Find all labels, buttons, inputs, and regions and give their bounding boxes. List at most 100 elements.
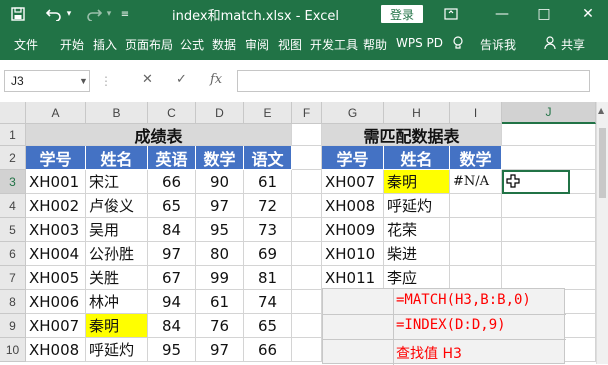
redo-dropdown-icon[interactable]: ▾ — [104, 4, 114, 24]
table-cell[interactable]: 81 — [244, 266, 292, 290]
enter-icon[interactable]: ✓ — [176, 72, 187, 87]
tab-data[interactable]: 数据 — [212, 36, 236, 53]
column-header-f[interactable]: F — [292, 102, 322, 124]
redo-icon[interactable] — [84, 4, 104, 24]
table-cell[interactable]: 66 — [148, 170, 196, 194]
cell[interactable] — [292, 124, 322, 146]
login-button[interactable]: 登录 — [381, 5, 423, 23]
table-cell[interactable]: 关胜 — [86, 266, 148, 290]
table-cell[interactable]: 61 — [244, 170, 292, 194]
highlighted-lookup-cell[interactable]: 秦明 — [384, 170, 450, 194]
cell[interactable] — [570, 170, 596, 194]
table-cell[interactable]: XH008 — [322, 194, 384, 218]
row-header-4[interactable]: 4 — [0, 194, 26, 218]
table-cell[interactable]: 林冲 — [86, 290, 148, 314]
formula-input[interactable] — [237, 70, 590, 92]
table-cell[interactable]: XH001 — [26, 170, 86, 194]
table-cell[interactable]: XH007 — [322, 170, 384, 194]
tab-file[interactable]: 文件 — [14, 36, 38, 53]
row-header-6[interactable]: 6 — [0, 242, 26, 266]
column-header-i[interactable]: I — [450, 102, 502, 124]
table-cell[interactable]: 72 — [244, 194, 292, 218]
table-cell[interactable]: 花荣 — [384, 218, 450, 242]
table-cell[interactable]: 76 — [196, 314, 244, 338]
table-cell[interactable]: XH008 — [26, 338, 86, 362]
table-cell[interactable]: 97 — [196, 194, 244, 218]
table-cell[interactable] — [450, 194, 502, 218]
tab-developer[interactable]: 开发工具 — [310, 36, 358, 53]
tell-me-search[interactable]: 告诉我 — [480, 36, 516, 53]
cell[interactable] — [292, 314, 322, 338]
table-cell[interactable]: 97 — [148, 242, 196, 266]
column-header-j[interactable]: J — [502, 102, 596, 124]
minimize-icon[interactable]: — — [492, 4, 512, 24]
table-cell[interactable]: 呼延灼 — [384, 194, 450, 218]
table-cell[interactable]: XH007 — [26, 314, 86, 338]
table-cell[interactable]: XH005 — [26, 266, 86, 290]
lightbulb-icon[interactable] — [452, 36, 464, 53]
column-header-h[interactable]: H — [384, 102, 450, 124]
column-header-a[interactable]: A — [26, 102, 86, 124]
row-header-2[interactable]: 2 — [0, 146, 26, 170]
table-cell[interactable]: 74 — [244, 290, 292, 314]
close-icon[interactable]: ✕ — [578, 4, 598, 24]
right-header-name[interactable]: 姓名 — [384, 146, 450, 170]
column-header-e[interactable]: E — [244, 102, 292, 124]
table-cell[interactable]: XH002 — [26, 194, 86, 218]
left-table-title[interactable]: 成绩表 — [26, 124, 292, 146]
name-box[interactable]: J3 ▼ — [4, 70, 90, 92]
right-header-math[interactable]: 数学 — [450, 146, 502, 170]
cell[interactable] — [292, 170, 322, 194]
share-button[interactable]: 共享 — [561, 36, 585, 53]
cell[interactable] — [292, 266, 322, 290]
tab-insert[interactable]: 插入 — [93, 36, 117, 53]
table-cell[interactable]: 65 — [148, 194, 196, 218]
table-cell[interactable] — [450, 242, 502, 266]
table-cell[interactable]: 94 — [148, 290, 196, 314]
cell[interactable] — [292, 146, 322, 170]
table-cell[interactable]: XH003 — [26, 218, 86, 242]
table-cell[interactable]: 呼延灼 — [86, 338, 148, 362]
table-cell[interactable]: 柴进 — [384, 242, 450, 266]
save-icon[interactable] — [8, 4, 28, 24]
tab-wps-pdf[interactable]: WPS PD — [396, 36, 443, 50]
table-cell[interactable]: 67 — [148, 266, 196, 290]
cell[interactable] — [292, 338, 322, 362]
column-header-g[interactable]: G — [322, 102, 384, 124]
table-cell[interactable]: 61 — [196, 290, 244, 314]
column-header-d[interactable]: D — [196, 102, 244, 124]
insert-function-icon[interactable]: fx — [210, 72, 222, 87]
cell[interactable] — [502, 218, 596, 242]
cell[interactable] — [502, 266, 596, 290]
customize-toolbar-icon[interactable]: ≡ — [118, 4, 132, 24]
share-icon[interactable] — [544, 36, 556, 53]
table-cell[interactable]: 90 — [196, 170, 244, 194]
column-header-c[interactable]: C — [148, 102, 196, 124]
right-table-title[interactable]: 需匹配数据表 — [322, 124, 502, 146]
left-header-english[interactable]: 英语 — [148, 146, 196, 170]
table-cell[interactable]: XH004 — [26, 242, 86, 266]
cell[interactable] — [502, 194, 596, 218]
table-cell[interactable]: 公孙胜 — [86, 242, 148, 266]
cell[interactable] — [502, 124, 596, 146]
table-cell[interactable]: 69 — [244, 242, 292, 266]
table-cell[interactable]: 80 — [196, 242, 244, 266]
table-cell[interactable]: 吴用 — [86, 218, 148, 242]
table-cell[interactable] — [450, 218, 502, 242]
cell[interactable] — [502, 146, 596, 170]
table-cell[interactable]: 95 — [148, 338, 196, 362]
cell[interactable] — [292, 194, 322, 218]
row-header-9[interactable]: 9 — [0, 314, 26, 338]
table-cell[interactable]: XH009 — [322, 218, 384, 242]
row-header-3[interactable]: 3 — [0, 170, 26, 194]
undo-dropdown-icon[interactable]: ▾ — [64, 4, 74, 24]
column-header-b[interactable]: B — [86, 102, 148, 124]
table-cell[interactable]: 84 — [148, 314, 196, 338]
table-cell[interactable]: XH011 — [322, 266, 384, 290]
left-header-math[interactable]: 数学 — [196, 146, 244, 170]
table-cell[interactable]: 李应 — [384, 266, 450, 290]
cell[interactable] — [502, 242, 596, 266]
table-cell[interactable]: 73 — [244, 218, 292, 242]
left-header-name[interactable]: 姓名 — [86, 146, 148, 170]
chevron-down-icon[interactable]: ▼ — [79, 71, 88, 91]
